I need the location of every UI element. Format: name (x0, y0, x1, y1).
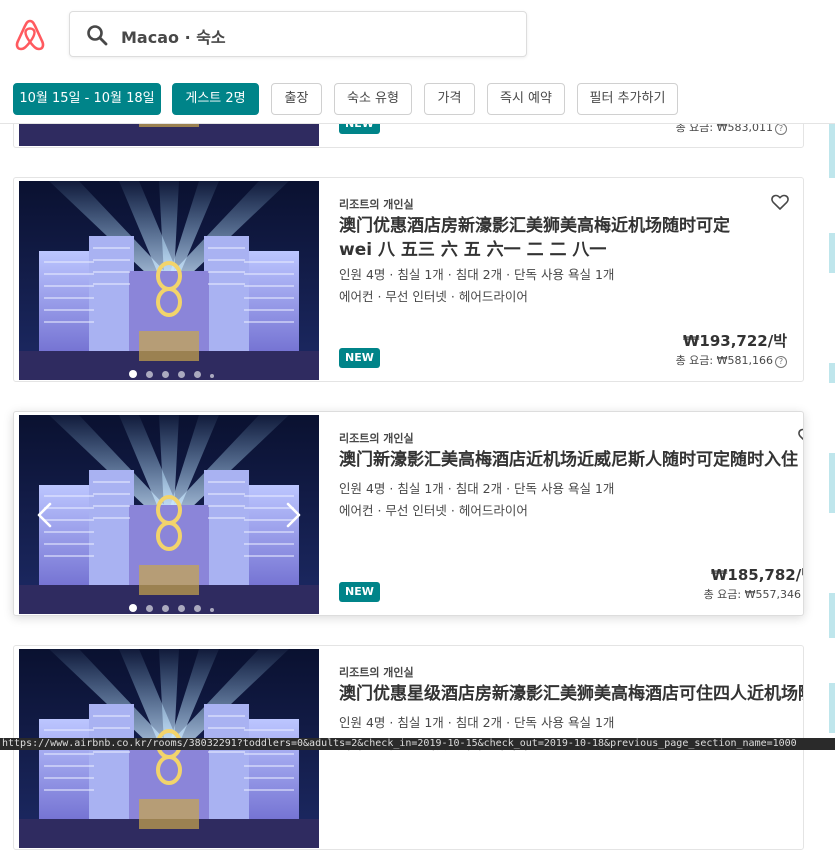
dates-filter-button[interactable]: 10월 15일 - 10월 18일 (13, 83, 161, 115)
photo-dots (129, 597, 223, 612)
search-bar[interactable]: Macao · 숙소 (69, 11, 527, 57)
listing-details: 인원 4명 · 침실 1개 · 침대 2개 · 단독 사용 욕실 1개 (339, 715, 615, 730)
filter-bar: 10월 15일 - 10월 18일 게스트 2명 출장 숙소 유형 가격 즉시 … (0, 74, 835, 124)
listing-type: 리조트의 개인실 (339, 432, 414, 445)
room-type-filter-button[interactable]: 숙소 유형 (334, 83, 412, 115)
listing-type: 리조트의 개인실 (339, 666, 414, 679)
listing-photo[interactable] (19, 181, 319, 380)
info-icon[interactable]: ? (775, 123, 787, 135)
listing-details: 인원 4명 · 침실 1개 · 침대 2개 · 단독 사용 욕실 1개 (339, 481, 615, 496)
listing-photo[interactable] (19, 415, 319, 614)
listing-card[interactable]: 리조트의 개인실 澳门优惠酒店房新濠影汇美狮美高梅近机场随时可定 wei 八 五… (13, 177, 804, 382)
new-badge: NEW (339, 348, 380, 368)
guests-filter-button[interactable]: 게스트 2명 (172, 83, 259, 115)
header: Macao · 숙소 (0, 0, 835, 74)
listing-amenities: 에어컨 · 무선 인터넷 · 헤어드라이어 (339, 289, 528, 304)
heart-icon[interactable] (798, 428, 803, 444)
total-price: 총 요금: ₩557,346? (704, 586, 804, 602)
photo-dots (129, 363, 223, 378)
search-input[interactable]: Macao · 숙소 (121, 24, 226, 48)
info-icon[interactable]: ? (803, 590, 804, 602)
listing-title[interactable]: 澳门优惠星级酒店房新濠影汇美狮美高梅酒店可住四人近机场随时可定 (339, 682, 803, 706)
instant-book-filter-button[interactable]: 즉시 예약 (487, 83, 565, 115)
chevron-right-icon[interactable] (281, 501, 305, 529)
more-filters-button[interactable]: 필터 추가하기 (577, 83, 678, 115)
nightly-price: ₩185,782/박 (710, 566, 803, 584)
listing-card[interactable]: 리조트의 개인실 澳门新濠影汇美高梅酒店近机场近威尼斯人随时可定随时入住 인원 … (13, 411, 804, 616)
nightly-price: ₩193,722/박 (682, 332, 787, 350)
heart-icon[interactable] (771, 194, 789, 210)
price-filter-button[interactable]: 가격 (424, 83, 475, 115)
status-bar-url: https://www.airbnb.co.kr/rooms/38032291?… (0, 738, 835, 750)
business-trip-filter-button[interactable]: 출장 (271, 83, 322, 115)
listing-title[interactable]: 澳门优惠酒店房新濠影汇美狮美高梅近机场随时可定 wei 八 五三 六 五 六一 … (339, 214, 739, 262)
total-price: 총 요금: ₩581,166? (676, 352, 787, 368)
listing-details: 인원 4명 · 침실 1개 · 침대 2개 · 단독 사용 욕실 1개 (339, 267, 615, 282)
listing-type: 리조트의 개인실 (339, 198, 414, 211)
new-badge: NEW (339, 582, 380, 602)
chevron-left-icon[interactable] (33, 501, 57, 529)
info-icon[interactable]: ? (775, 356, 787, 368)
map-edge[interactable] (826, 123, 835, 750)
listing-title[interactable]: 澳门新濠影汇美高梅酒店近机场近威尼斯人随时可定随时入住 (339, 448, 798, 472)
search-icon (86, 24, 108, 46)
listing-amenities: 에어컨 · 무선 인터넷 · 헤어드라이어 (339, 503, 528, 518)
airbnb-logo[interactable] (14, 18, 46, 52)
